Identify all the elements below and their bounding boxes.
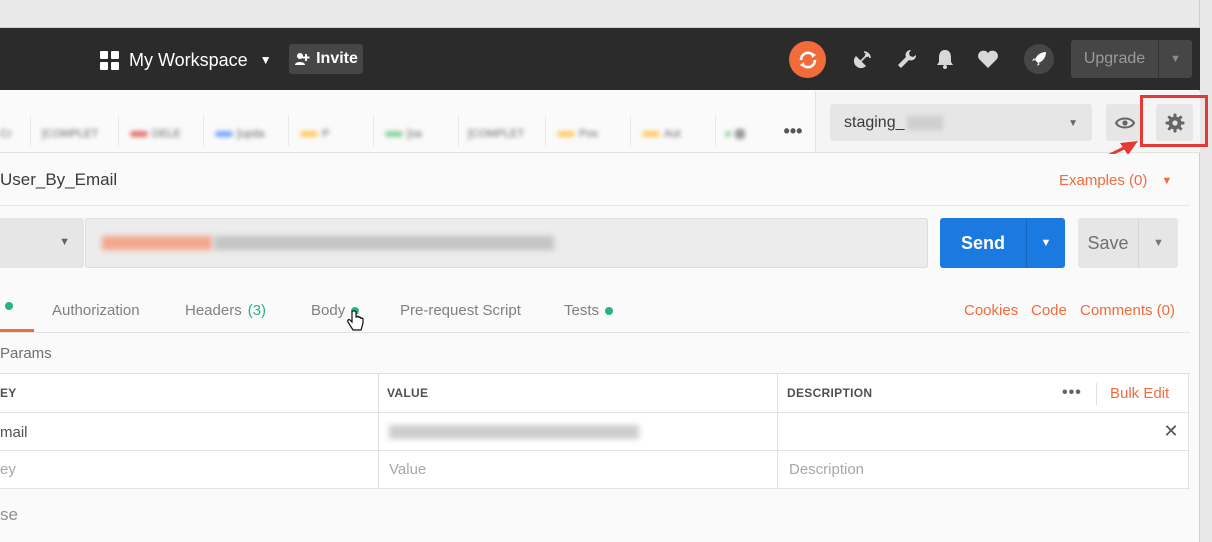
chevron-down-icon: ▼ [1068,118,1078,129]
request-tab[interactable]: [COMPLET [468,124,524,144]
upgrade-dropdown-icon[interactable]: ▼ [1159,53,1192,65]
delete-row-icon[interactable]: ✕ [1162,421,1180,441]
invite-label: Invite [316,50,358,67]
sync-icon [799,51,816,68]
add-user-icon [295,53,310,65]
save-dropdown-icon[interactable]: ▼ [1139,218,1178,268]
column-header-value: VALUE [387,386,429,400]
environment-name-redacted [906,115,943,130]
param-description-cell[interactable] [787,424,1147,442]
rocket-icon[interactable] [1024,44,1054,74]
request-tab[interactable]: [upda [215,124,265,144]
comments-link[interactable]: Comments (0) [1080,302,1175,319]
table-row-new [0,451,1190,489]
tab-params[interactable] [5,302,13,310]
tab-divider [373,116,374,146]
tab-divider [715,116,716,146]
hand-cursor-icon [347,310,364,331]
environment-selected: staging_ [844,113,905,131]
send-dropdown-icon[interactable]: ▼ [1027,218,1065,268]
new-value-input[interactable]: Value [389,461,426,478]
upgrade-label: Upgrade [1083,50,1146,67]
send-label: Send [960,232,1005,253]
request-tab[interactable]: Pos [557,124,598,144]
new-description-input[interactable]: Description [789,461,864,478]
tab-divider [118,116,119,146]
column-header-key: EY [0,386,17,400]
tabs-more-button[interactable]: ••• [780,122,806,144]
cookies-link[interactable]: Cookies [964,302,1018,319]
column-divider [777,373,778,489]
request-tab[interactable]: [COMPLET [42,124,98,144]
request-tab[interactable]: [sa [385,124,422,144]
table-header-row [0,373,1190,413]
eye-icon [1114,117,1135,128]
tab-divider [288,116,289,146]
code-link[interactable]: Code [1031,302,1067,319]
caret-down-icon: ▼ [259,53,272,67]
request-title[interactable]: User_By_Email [0,170,117,190]
save-label: Save [1087,232,1129,253]
chevron-down-icon: ▼ [59,236,70,248]
tab-headers[interactable]: Headers (3) [185,302,266,319]
examples-dropdown[interactable]: Examples (0) ▼ [1059,172,1172,189]
save-button[interactable]: Save ▼ [1078,218,1178,268]
satellite-icon[interactable] [850,46,876,72]
column-divider [1188,373,1189,489]
window-top-strip [0,0,1212,28]
sync-button[interactable] [789,41,826,78]
examples-label: Examples (0) [1059,172,1148,189]
request-url-input[interactable] [85,218,928,268]
request-title-row [0,154,1190,206]
workspace-selector[interactable]: My Workspace ▼ [100,44,272,76]
tab-divider [458,116,459,146]
column-divider [378,373,379,489]
request-tab[interactable]: Cr [0,124,12,144]
param-key-cell[interactable]: mail [0,424,28,441]
bulk-edit-link[interactable]: Bulk Edit [1110,385,1169,402]
tab-divider [30,116,31,146]
window-scrollbar[interactable] [1199,0,1212,542]
request-tab[interactable]: Aut [642,124,681,144]
http-method-select[interactable]: ▼ [0,218,84,268]
new-key-input[interactable]: ey [0,461,16,478]
workspace-label: My Workspace [129,49,248,70]
tab-pre-request-script[interactable]: Pre-request Script [400,302,521,319]
status-dot [605,306,614,315]
caret-down-icon: ▼ [1161,174,1173,187]
params-more-button[interactable]: ••• [1062,384,1082,402]
annotation-highlight-box [1140,95,1208,147]
workspace-grid-icon [100,50,119,70]
tab-authorization[interactable]: Authorization [52,302,140,319]
header-divider [1096,383,1097,405]
request-tab[interactable]: P [300,124,329,144]
params-section-title: Params [0,345,52,362]
tab-divider [203,116,204,146]
bell-icon[interactable] [932,46,958,72]
send-button[interactable]: Send ▼ [940,218,1065,268]
active-tab-underline [0,329,34,332]
wrench-icon[interactable] [894,46,920,72]
status-dot [5,302,13,310]
url-path-redacted [214,236,554,250]
request-tab[interactable]: DELE [130,124,181,144]
url-variable-redacted [102,236,212,250]
upgrade-button[interactable]: Upgrade ▼ [1071,40,1192,78]
tab-tests[interactable]: Tests [564,302,614,319]
tab-divider [630,116,631,146]
request-tab[interactable] [725,124,765,144]
heart-icon[interactable] [975,46,1001,72]
invite-button[interactable]: Invite [289,44,363,74]
headers-count: (3) [247,302,267,319]
tab-divider [545,116,546,146]
response-section-label: se [0,505,18,524]
column-header-description: DESCRIPTION [787,386,873,400]
param-value-redacted[interactable] [389,425,639,439]
